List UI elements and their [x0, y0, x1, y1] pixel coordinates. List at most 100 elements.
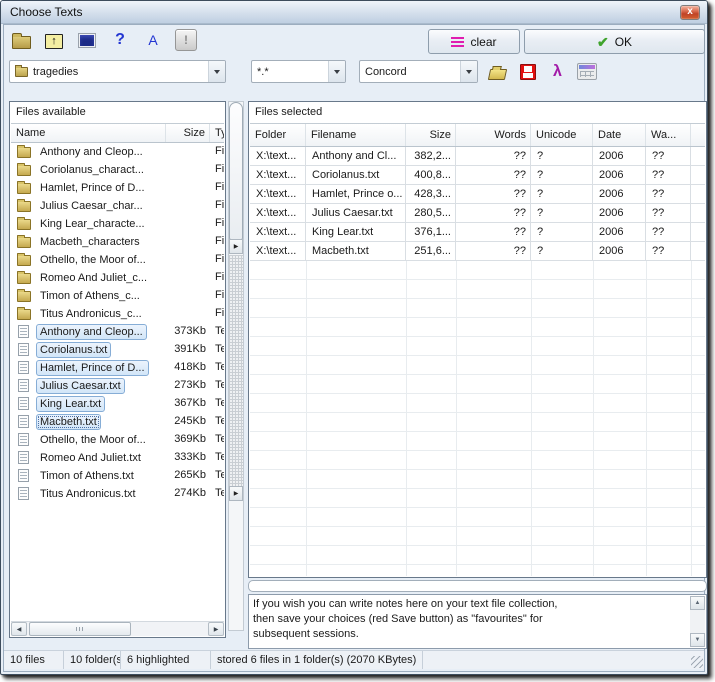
cell-size: 280,5... [406, 204, 456, 222]
column-header-size[interactable]: Size [406, 124, 456, 146]
file-row[interactable]: Romeo And Juliet.txt 333Kb Te [11, 449, 224, 467]
close-button[interactable]: x [680, 5, 700, 20]
column-header-size[interactable]: Size [166, 124, 210, 142]
folder-rows: Anthony and Cleop... Fi Coriolanus_chara… [11, 143, 224, 323]
file-type: Te [210, 431, 224, 449]
cell-filename: Julius Caesar.txt [306, 204, 406, 222]
titlebar[interactable]: Choose Texts x [1, 1, 707, 24]
file-type: Te [210, 323, 224, 341]
folder-row[interactable]: Julius Caesar_char... Fi [11, 197, 224, 215]
file-row[interactable]: Coriolanus.txt 391Kb Te [11, 341, 224, 359]
folder-combobox[interactable]: tragedies [9, 60, 226, 83]
table-row[interactable]: X:\text... Coriolanus.txt 400,8... ?? ? … [250, 166, 705, 185]
folder-up-button[interactable]: ↑ [42, 28, 66, 52]
folder-row[interactable]: Titus Andronicus_c... Fi [11, 305, 224, 323]
column-header-filename[interactable]: Filename [306, 124, 406, 146]
tool-combobox-dropdown[interactable] [460, 61, 477, 82]
folder-row[interactable]: Macbeth_characters Fi [11, 233, 224, 251]
table-row[interactable]: X:\text... Julius Caesar.txt 280,5... ??… [250, 204, 705, 223]
cell-words: ?? [456, 242, 531, 260]
column-header-unicode[interactable]: Unicode [531, 124, 593, 146]
vscrollbar-thumb[interactable] [229, 102, 243, 240]
filespec-combobox[interactable]: *.* [251, 60, 346, 83]
file-row[interactable]: Anthony and Cleop... 373Kb Te [11, 323, 224, 341]
column-header-words[interactable]: Words [456, 124, 531, 146]
lambda-button[interactable]: λ [545, 59, 570, 84]
folder-icon [17, 237, 31, 248]
folder-combobox-dropdown[interactable] [208, 61, 225, 82]
column-header-date[interactable]: Date [593, 124, 646, 146]
files-available-panel: Files available Name Size Ty Anthony and… [9, 101, 226, 638]
folder-row[interactable]: Othello, the Moor of... Fi [11, 251, 224, 269]
column-header-folder[interactable]: Folder [250, 124, 306, 146]
cell-size: 382,2... [406, 147, 456, 165]
save-favourites-button[interactable] [515, 59, 540, 84]
ok-button[interactable]: ✔ OK [524, 29, 705, 54]
scroll-right-button[interactable]: ▶ [208, 622, 224, 636]
tool-combobox[interactable]: Concord [359, 60, 478, 83]
clear-button[interactable]: clear [428, 29, 520, 54]
resize-grip[interactable] [691, 656, 703, 668]
file-row[interactable]: Timon of Athens.txt 265Kb Te [11, 467, 224, 485]
lambda-icon: λ [553, 63, 562, 81]
file-name: Coriolanus.txt [36, 342, 111, 358]
hscrollbar-thumb[interactable] [29, 622, 131, 636]
save-icon [520, 64, 536, 80]
column-header-type[interactable]: Ty [210, 124, 224, 142]
choose-texts-dialog: Choose Texts x ↑ ? A ! clear ✔ OK traged… [0, 0, 708, 675]
folder-row[interactable]: Timon of Athens_c... Fi [11, 287, 224, 305]
table-row[interactable]: X:\text... King Lear.txt 376,1... ?? ? 2… [250, 223, 705, 242]
open-favourites-button[interactable] [485, 59, 510, 84]
notes-area[interactable]: If you wish you can write notes here on … [248, 594, 707, 649]
notes-scrollbar[interactable]: ▲ ▼ [690, 596, 705, 647]
file-row[interactable]: Macbeth.txt 245Kb Te [11, 413, 224, 431]
files-selected-panel: Files selected Folder Filename Size Word… [248, 101, 707, 578]
view-button[interactable] [75, 28, 99, 52]
file-row[interactable]: Titus Andronicus.txt 274Kb Te [11, 485, 224, 503]
file-row[interactable]: King Lear.txt 367Kb Te [11, 395, 224, 413]
folder-type: Fi [210, 179, 224, 197]
text-file-icon [18, 487, 29, 500]
scroll-left-button[interactable]: ◀ [11, 622, 27, 636]
grid-view-button[interactable] [574, 59, 599, 84]
help-button[interactable]: ? [108, 28, 132, 52]
folder-row[interactable]: King Lear_characte... Fi [11, 215, 224, 233]
cell-warnings: ?? [646, 223, 691, 241]
scroll-down-icon: ▼ [695, 637, 701, 643]
font-button[interactable]: A [141, 28, 165, 52]
column-header-name[interactable]: Name [11, 124, 166, 142]
folder-row[interactable]: Hamlet, Prince of D... Fi [11, 179, 224, 197]
scroll-up-button[interactable]: ▲ [690, 596, 705, 610]
scroll-step-button-top[interactable]: ▶ [229, 239, 243, 254]
folder-name: Timon of Athens_c... [36, 288, 144, 304]
file-name: Othello, the Moor of... [36, 432, 150, 448]
folder-row[interactable]: Anthony and Cleop... Fi [11, 143, 224, 161]
column-header-warnings[interactable]: Wa... [646, 124, 691, 146]
cell-unicode: ? [531, 166, 593, 184]
cell-date: 2006 [593, 166, 646, 184]
file-row[interactable]: Othello, the Moor of... 369Kb Te [11, 431, 224, 449]
table-row[interactable]: X:\text... Anthony and Cl... 382,2... ??… [250, 147, 705, 166]
files-available-hscrollbar[interactable]: ◀ ▶ [11, 621, 224, 636]
calendar-grid-icon [577, 63, 597, 80]
cell-words: ?? [456, 166, 531, 184]
file-row[interactable]: Hamlet, Prince of D... 418Kb Te [11, 359, 224, 377]
scroll-step-button-bottom[interactable]: ▶ [229, 486, 243, 501]
table-row[interactable]: X:\text... Macbeth.txt 251,6... ?? ? 200… [250, 242, 705, 261]
help-icon: ? [115, 31, 125, 49]
notes-title-field[interactable] [248, 580, 707, 592]
scroll-down-button[interactable]: ▼ [690, 633, 705, 647]
files-available-list: Anthony and Cleop... Fi Coriolanus_chara… [11, 143, 224, 620]
table-row[interactable]: X:\text... Hamlet, Prince o... 428,3... … [250, 185, 705, 204]
file-name: Titus Andronicus.txt [36, 486, 140, 502]
file-type: Te [210, 467, 224, 485]
middle-scrollbar[interactable]: ▶ ▶ [228, 101, 244, 631]
file-size: 273Kb [166, 377, 210, 395]
choose-folder-button[interactable] [9, 28, 33, 52]
file-row[interactable]: Julius Caesar.txt 273Kb Te [11, 377, 224, 395]
filespec-combobox-value: *.* [252, 66, 328, 78]
vscrollbar-track[interactable] [229, 255, 243, 486]
folder-row[interactable]: Coriolanus_charact... Fi [11, 161, 224, 179]
filespec-combobox-dropdown[interactable] [328, 61, 345, 82]
folder-row[interactable]: Romeo And Juliet_c... Fi [11, 269, 224, 287]
